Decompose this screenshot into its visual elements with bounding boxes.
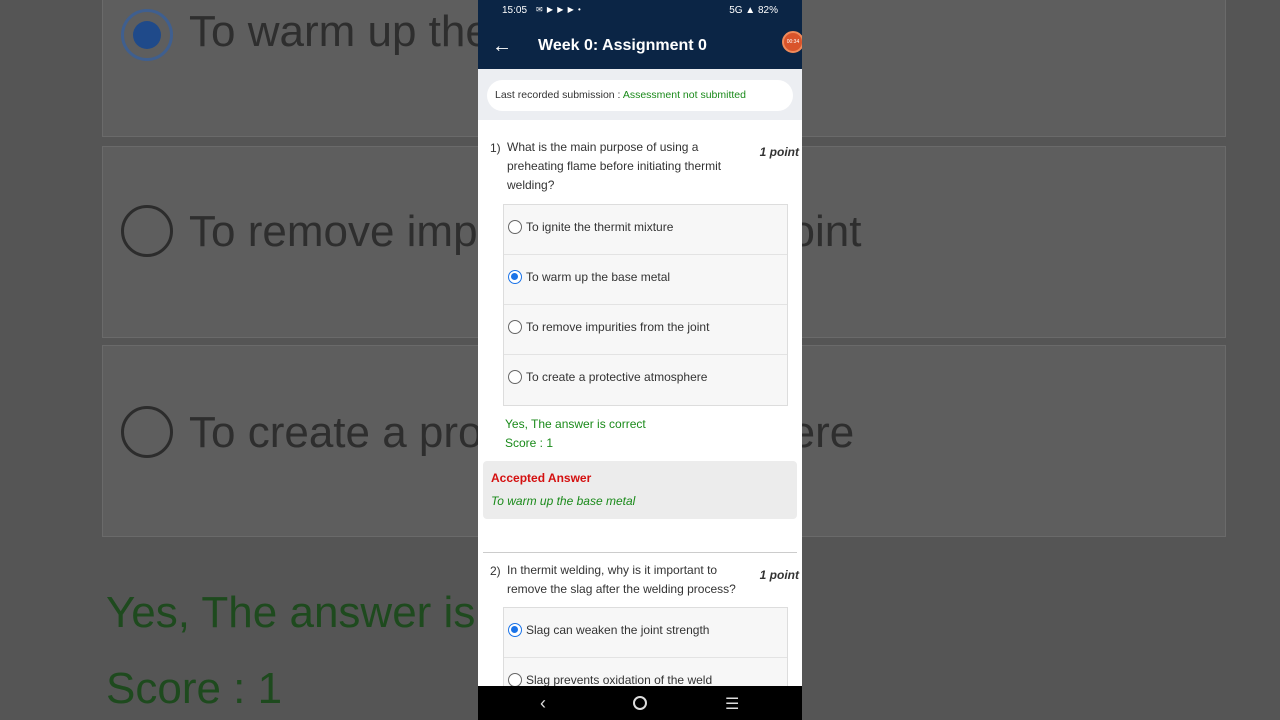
screen-recording-icon[interactable]: 00:34 bbox=[782, 31, 802, 53]
submission-bar: Last recorded submission : Assessment no… bbox=[478, 69, 802, 120]
bg-score: Score : 1 bbox=[106, 664, 283, 713]
submission-value: Assessment not submitted bbox=[622, 89, 746, 101]
back-arrow-icon[interactable]: ← bbox=[490, 34, 514, 58]
question-text: In thermit welding, why is it important … bbox=[507, 563, 736, 596]
option-label: To warm up the base metal bbox=[526, 270, 671, 284]
question-divider bbox=[483, 552, 797, 553]
option-label: Slag can weaken the joint strength bbox=[526, 623, 710, 637]
option-item[interactable]: Slag prevents oxidation of the weld bbox=[504, 658, 787, 686]
radio-button-selected[interactable] bbox=[508, 623, 522, 637]
option-item[interactable]: To remove impurities from the joint bbox=[504, 305, 787, 355]
accepted-answer-box: Accepted Answer To warm up the base meta… bbox=[483, 461, 797, 519]
android-nav-bar: ‹ ☰ bbox=[478, 686, 802, 720]
option-item[interactable]: To ignite the thermit mixture bbox=[504, 205, 787, 255]
nav-home-icon[interactable] bbox=[633, 696, 647, 710]
question-points: 1 point bbox=[759, 568, 799, 582]
bg-radio-selected bbox=[121, 9, 173, 61]
status-bar: 15:05 ✉ ▶ ▶ ▶ • 5G ▲ 82% bbox=[478, 0, 802, 23]
options-list: Slag can weaken the joint strength Slag … bbox=[503, 607, 788, 686]
option-item[interactable]: To create a protective atmosphere bbox=[504, 355, 787, 405]
nav-back-icon[interactable]: ‹ bbox=[540, 693, 546, 714]
question-text: What is the main purpose of using a preh… bbox=[507, 140, 722, 192]
option-label: To remove impurities from the joint bbox=[526, 320, 710, 334]
page-title: Week 0: Assignment 0 bbox=[538, 37, 707, 54]
bg-radio bbox=[121, 205, 173, 257]
options-list: To ignite the thermit mixture To warm up… bbox=[503, 204, 788, 406]
question-number: 1) bbox=[490, 141, 501, 155]
submission-status: Last recorded submission : Assessment no… bbox=[487, 80, 793, 111]
question-points: 1 point bbox=[759, 145, 799, 159]
accepted-answer-text: To warm up the base metal bbox=[491, 494, 636, 508]
assignment-content[interactable]: Last recorded submission : Assessment no… bbox=[478, 69, 802, 686]
question-number: 2) bbox=[490, 564, 501, 578]
option-label: Slag prevents oxidation of the weld bbox=[526, 673, 713, 686]
bg-radio bbox=[121, 406, 173, 458]
radio-button[interactable] bbox=[508, 370, 522, 384]
option-label: To create a protective atmosphere bbox=[526, 370, 708, 384]
option-item[interactable]: To warm up the base metal bbox=[504, 255, 787, 305]
answer-score: Score : 1 bbox=[505, 436, 554, 450]
answer-feedback: Yes, The answer is correct bbox=[505, 417, 646, 431]
status-time: 15:05 bbox=[502, 5, 528, 16]
battery-indicator: 5G ▲ 82% bbox=[729, 5, 778, 16]
radio-button-selected[interactable] bbox=[508, 270, 522, 284]
notification-icons: ✉ ▶ ▶ ▶ • bbox=[536, 5, 582, 14]
radio-button[interactable] bbox=[508, 673, 522, 686]
accepted-answer-title: Accepted Answer bbox=[491, 471, 592, 485]
radio-button[interactable] bbox=[508, 320, 522, 334]
option-label: To ignite the thermit mixture bbox=[526, 220, 674, 234]
phone-screen: 15:05 ✉ ▶ ▶ ▶ • 5G ▲ 82% ← Week 0: Assig… bbox=[478, 0, 802, 720]
app-bar: ← Week 0: Assignment 0 00:34 bbox=[478, 23, 802, 69]
radio-button[interactable] bbox=[508, 220, 522, 234]
option-item[interactable]: Slag can weaken the joint strength bbox=[504, 608, 787, 658]
nav-recents-icon[interactable]: ☰ bbox=[725, 694, 739, 714]
submission-label: Last recorded submission : bbox=[495, 89, 623, 101]
